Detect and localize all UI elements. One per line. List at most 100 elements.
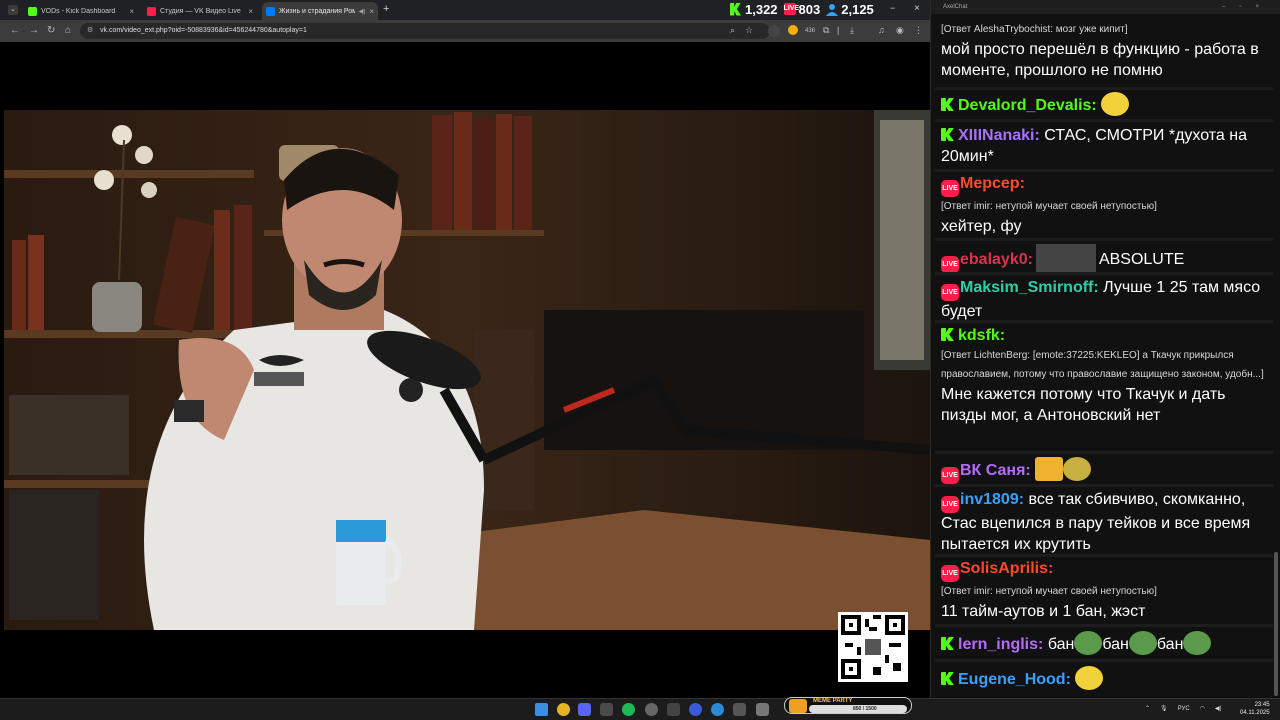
chat-username[interactable]: XIIINanaki:	[958, 127, 1040, 144]
chat-username[interactable]: ВК Саня:	[960, 462, 1031, 479]
chat-message: LIVE inv1809: все так сбивчиво, скомканно…	[941, 489, 1271, 555]
vk-live-icon: LIVE	[783, 3, 799, 15]
window-controls: −	[890, 3, 895, 13]
message-text: 11 тайм-аутов и 1 бан, жэст	[941, 603, 1146, 620]
chat-window: AxelChat –▫× [Ответ AleshaTrybochist: мо…	[930, 0, 1280, 698]
chat-message: LIVE ebalayk0: ABSOLUTE	[941, 244, 1271, 273]
minimize-icon[interactable]: −	[890, 3, 895, 13]
chat-message: Eugene_Hood:	[941, 666, 1271, 690]
browser-window: ⌄ VODs - Kick Dashboard × Студия — VK Ви…	[0, 0, 930, 698]
kick-icon	[941, 672, 954, 685]
taskbar: ⌃ 🎙 РУС ◠ ◀) 23:45 04.11.2025	[0, 698, 1280, 720]
zoom-icon[interactable]: ⌕	[730, 25, 735, 36]
pepe-ban-emote-icon	[1074, 631, 1103, 655]
tab-search-button[interactable]: ⌄	[8, 5, 18, 15]
telegram-icon[interactable]	[711, 703, 724, 716]
close-tab-icon[interactable]: ×	[248, 7, 253, 16]
reply-quote: [Ответ imir: нетупой мучает своей нетупо…	[941, 586, 1157, 597]
bookmark-star-icon[interactable]: ☆	[745, 25, 753, 36]
tab-vk-video[interactable]: Жизнь и страдания Роман ◀) ×	[262, 2, 378, 20]
discord-icon[interactable]	[578, 703, 591, 716]
video-player[interactable]	[4, 110, 930, 630]
volume-icon[interactable]: ◀)	[1215, 705, 1222, 712]
chat-message: kdsfk: [Ответ LichtenBerg: [emote:37225:…	[941, 325, 1271, 426]
back-icon[interactable]: ←	[10, 25, 20, 36]
person-icon	[826, 3, 839, 16]
kick-icon	[730, 2, 741, 16]
speaker-icon[interactable]: ◀)	[359, 8, 366, 15]
chat-window-controls[interactable]: –▫×	[1222, 0, 1273, 14]
chat-message: LIVE SolisAprilis: [Ответ imir: нетупой м…	[941, 558, 1271, 622]
chat-message: XIIINanaki: СТАС, СМОТРИ *духота на 20ми…	[941, 125, 1271, 167]
pepe-emote-icon	[1075, 666, 1104, 690]
app-icon[interactable]	[689, 703, 702, 716]
new-tab-button[interactable]: +	[383, 3, 389, 15]
chat-title-bar: AxelChat –▫×	[931, 0, 1280, 14]
message-text: мой просто перешёл в функцию - работа в …	[941, 41, 1259, 79]
app-icon[interactable]	[600, 703, 613, 716]
clock[interactable]: 23:45 04.11.2025	[1240, 701, 1270, 717]
tab-vk-studio[interactable]: Студия — VK Видео Live ×	[143, 2, 257, 20]
message-text: бан	[1156, 636, 1184, 653]
obs-icon[interactable]	[645, 703, 658, 716]
site-info-icon[interactable]: ⚙	[87, 23, 93, 39]
forward-icon[interactable]: →	[29, 25, 39, 36]
spotify-icon[interactable]	[622, 703, 635, 716]
url-field[interactable]: ⚙ vk.com/video_ext.php?oid=-50883936&id=…	[80, 23, 770, 39]
vk-favicon-icon	[266, 6, 275, 16]
chrome-icon[interactable]	[557, 703, 570, 716]
photo-emote-icon	[1035, 244, 1096, 272]
chat-username[interactable]: ebalayk0:	[960, 251, 1033, 268]
meme-party-widget: MEME PARTY 850 / 1500	[784, 697, 912, 714]
chat-app-title: AxelChat	[943, 4, 968, 10]
start-windows-icon[interactable]	[535, 703, 548, 716]
close-tab-icon[interactable]: ×	[129, 7, 134, 16]
divider	[935, 624, 1273, 627]
meme-party-progress-text: 850 / 1500	[853, 706, 877, 712]
reply-quote: [Ответ LichtenBerg: [emote:37225:KEKLEO]…	[941, 350, 1264, 380]
pepe-emote-icon	[1101, 92, 1130, 116]
chat-username[interactable]: Мерсер:	[960, 175, 1025, 192]
media-controls-icon[interactable]: ♫	[878, 25, 885, 35]
close-tab-icon[interactable]: ×	[369, 7, 374, 16]
chevron-up-icon[interactable]: ⌃	[1145, 705, 1150, 712]
app-icon[interactable]	[756, 703, 769, 716]
home-icon[interactable]: ⌂	[65, 25, 71, 36]
reload-icon[interactable]: ↻	[47, 25, 55, 36]
wifi-icon[interactable]: ◠	[1200, 705, 1205, 712]
tab-title: Студия — VK Видео Live	[160, 7, 241, 15]
tab-bar: ⌄ VODs - Kick Dashboard × Студия — VK Ви…	[0, 0, 930, 20]
mic-icon[interactable]: 🎙	[1160, 705, 1168, 712]
download-icon[interactable]: ⤓	[850, 25, 854, 36]
extensions-puzzle-icon[interactable]: ⧉	[823, 25, 829, 36]
close-window-icon[interactable]: ×	[914, 3, 920, 14]
app-icon[interactable]	[667, 703, 680, 716]
profile-icon[interactable]	[768, 25, 780, 37]
divider	[935, 659, 1273, 662]
video-frame	[4, 110, 930, 630]
divider	[935, 169, 1273, 172]
extension-icon[interactable]	[788, 25, 798, 35]
chat-scrollbar[interactable]	[1274, 552, 1278, 696]
chat-username[interactable]: Maksim_Smirnoff:	[960, 279, 1099, 296]
chat-username[interactable]: Eugene_Hood:	[958, 671, 1071, 688]
kick-viewer-count: 1,322	[745, 1, 778, 17]
chat-username[interactable]: lern_inglis:	[958, 636, 1043, 653]
message-text: Мне кажется потому что Ткачук и дать пиз…	[941, 386, 1226, 424]
kick-icon	[941, 328, 954, 341]
divider	[935, 87, 1273, 90]
chat-message: LIVE ВК Саня:	[941, 457, 1271, 484]
tab-kick-dashboard[interactable]: VODs - Kick Dashboard ×	[24, 2, 138, 20]
language-indicator[interactable]: РУС	[1178, 706, 1190, 712]
chat-username[interactable]: SolisAprilis:	[960, 560, 1053, 577]
chat-username[interactable]: Devalord_Devalis:	[958, 97, 1097, 114]
account-icon[interactable]: ◉	[896, 25, 904, 36]
menu-icon[interactable]: ⋮	[914, 25, 923, 36]
divider	[935, 320, 1273, 323]
chat-username[interactable]: kdsfk:	[958, 327, 1005, 344]
chat-username[interactable]: inv1809:	[960, 491, 1024, 508]
message-text: бан	[1047, 636, 1075, 653]
app-icon[interactable]	[733, 703, 746, 716]
chat-message: Devalord_Devalis:	[941, 92, 1271, 116]
message-text: хейтер, фу	[941, 218, 1022, 235]
